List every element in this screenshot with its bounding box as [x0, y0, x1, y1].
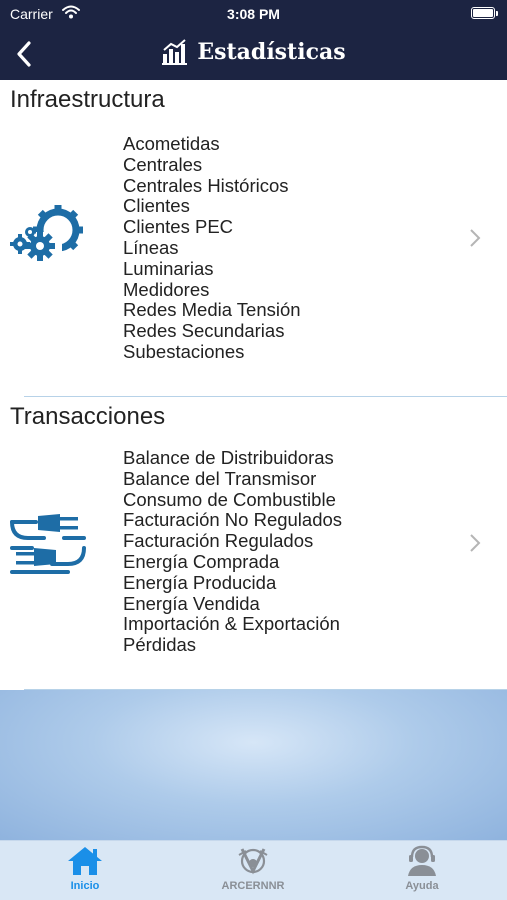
list-item[interactable]: Centrales Históricos [123, 175, 301, 197]
list-item[interactable]: Luminarias [123, 258, 301, 280]
screen: Carrier 3:08 PM Estadísticas Infraestruc… [0, 0, 507, 900]
top-bar: Carrier 3:08 PM Estadísticas [0, 0, 507, 80]
list-item[interactable]: Consumo de Combustible [123, 489, 342, 511]
list-item[interactable]: Balance del Transmisor [123, 468, 342, 490]
status-time: 3:08 PM [227, 6, 280, 22]
plugs-icon [8, 508, 88, 583]
list-item[interactable]: Redes Secundarias [123, 320, 301, 342]
tab-arcernnr[interactable]: ARCERNNR [193, 845, 313, 899]
tab-ayuda[interactable]: Ayuda [362, 845, 482, 899]
battery-icon [471, 7, 498, 19]
chevron-right-icon[interactable] [469, 533, 481, 558]
tab-label: Inicio [70, 880, 100, 892]
tab-inicio[interactable]: Inicio [25, 845, 145, 899]
status-bar: Carrier 3:08 PM [0, 0, 507, 28]
list-item[interactable]: Medidores [123, 279, 301, 301]
content-area: Infraestructura Acometidas Centrales Cen… [0, 80, 507, 690]
list-item[interactable]: Clientes PEC [123, 216, 301, 238]
tab-label: Ayuda [405, 880, 439, 892]
background-area [0, 690, 507, 840]
gears-icon [8, 204, 88, 273]
list-item[interactable]: Balance de Distribuidoras [123, 447, 342, 469]
chevron-right-icon[interactable] [469, 228, 481, 253]
item-list-infraestructura[interactable]: Acometidas Centrales Centrales Históricos C… [123, 133, 301, 363]
list-item[interactable]: Redes Media Tensión [123, 300, 301, 321]
list-item[interactable]: Importación & Exportación [123, 614, 342, 635]
section-divider [24, 396, 507, 397]
list-item[interactable]: Líneas [123, 237, 301, 259]
item-list-transacciones[interactable]: Balance de Distribuidoras Balance del Tra… [123, 447, 342, 656]
list-item[interactable]: Acometidas [123, 133, 301, 155]
list-item[interactable]: Energía Comprada [123, 551, 342, 573]
list-item[interactable]: Centrales [123, 154, 301, 176]
arcernnr-logo-icon [238, 848, 268, 875]
section-title-infraestructura: Infraestructura [10, 86, 165, 113]
tab-bar: Inicio ARCERNNR Ayuda [0, 840, 507, 900]
home-icon [68, 847, 102, 875]
list-item[interactable]: Facturación Regulados [123, 530, 342, 552]
list-item[interactable]: Energía Vendida [123, 593, 342, 615]
page-title: Estadísticas [197, 39, 346, 65]
support-agent-icon [408, 845, 436, 876]
list-item[interactable]: Energía Producida [123, 572, 342, 594]
navigation-bar: Estadísticas [0, 28, 507, 80]
list-item[interactable]: Clientes [123, 196, 301, 217]
list-item[interactable]: Subestaciones [123, 341, 301, 363]
bar-chart-icon [162, 39, 188, 65]
list-item[interactable]: Pérdidas [123, 634, 342, 656]
nav-title-group: Estadísticas [0, 38, 507, 66]
list-item[interactable]: Facturación No Regulados [123, 510, 342, 531]
section-title-transacciones: Transacciones [10, 403, 166, 430]
tab-label: ARCERNNR [221, 880, 285, 892]
